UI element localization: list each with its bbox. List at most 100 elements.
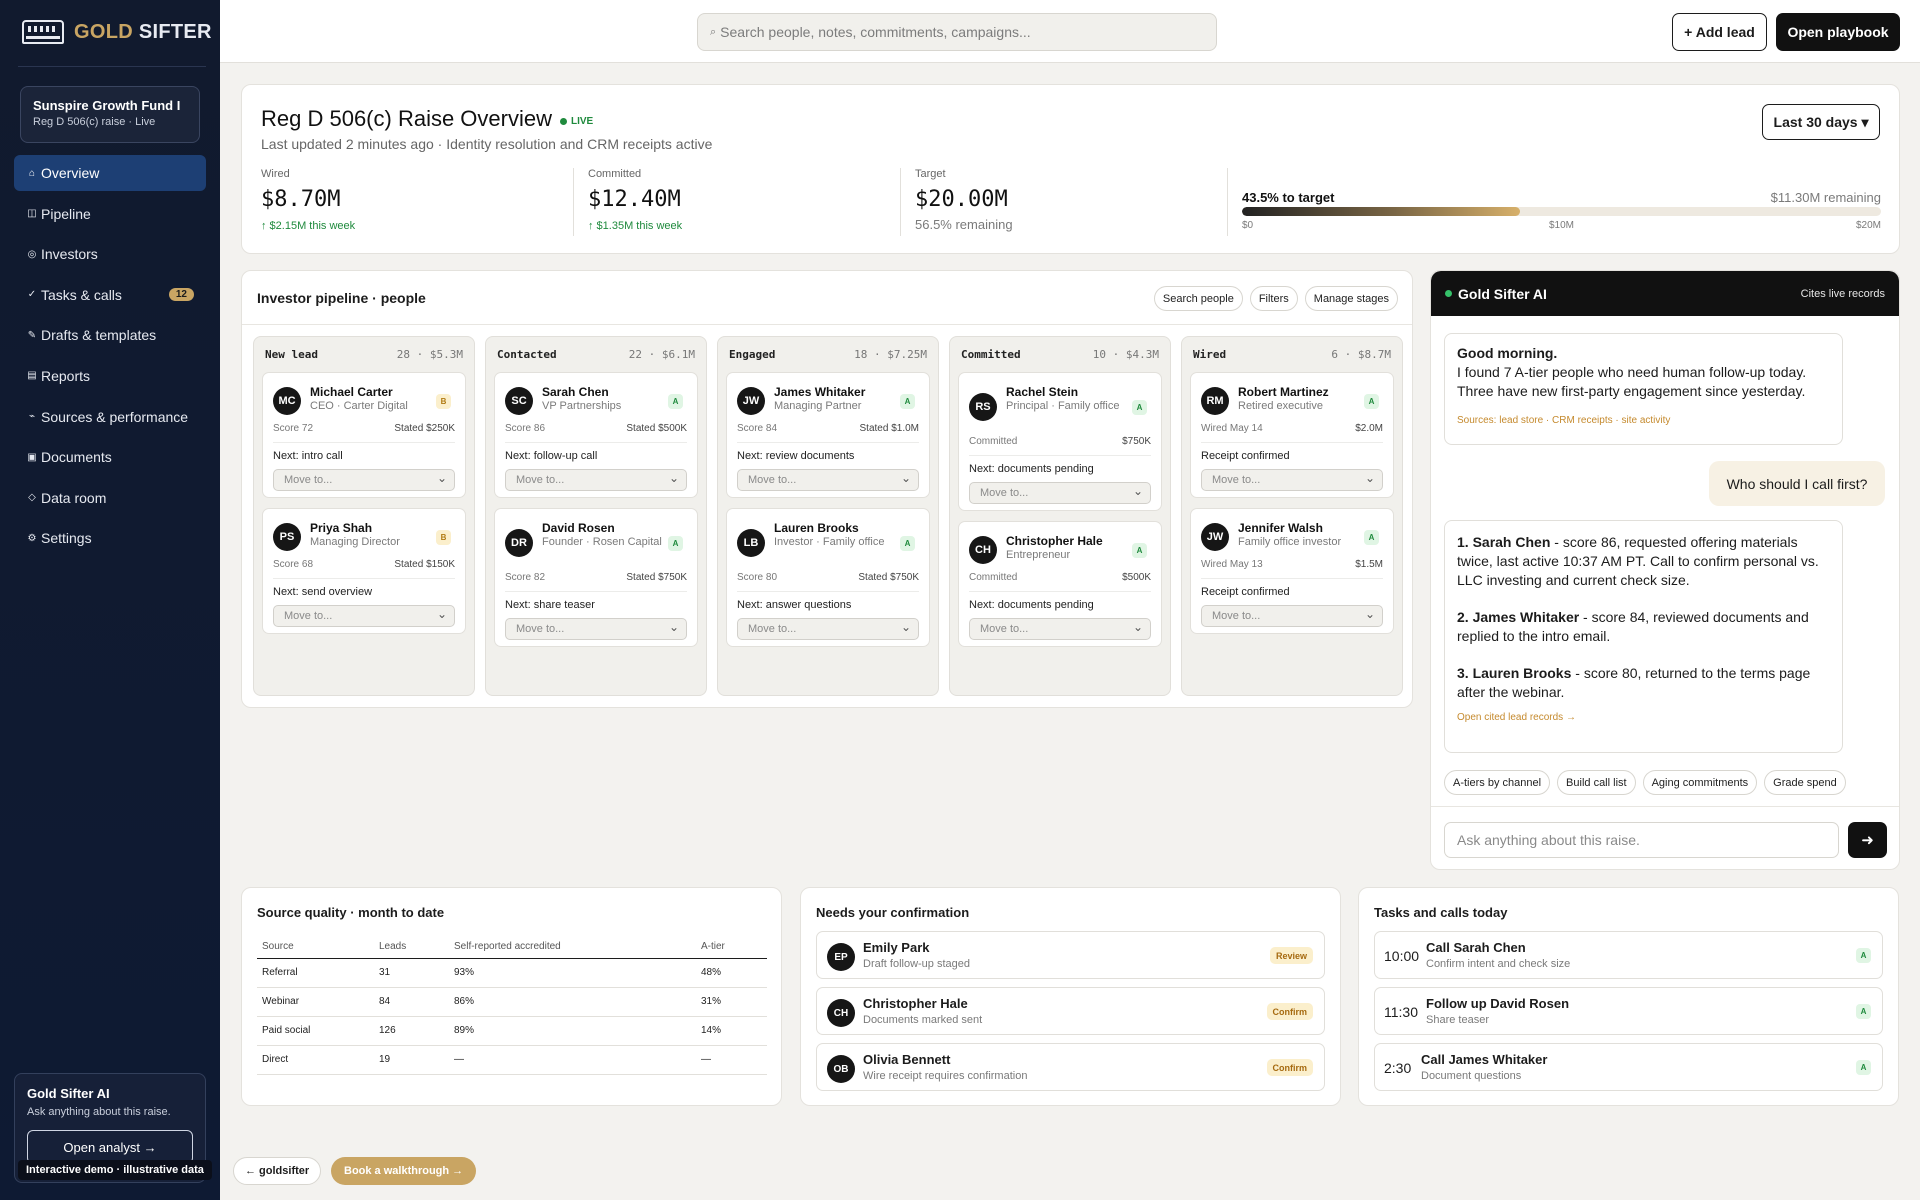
manage-stages-button[interactable]: Manage stages — [1304, 286, 1398, 311]
fund-switcher[interactable]: Sunspire Growth Fund I Reg D 506(c) rais… — [20, 86, 200, 143]
column-header: New lead 28 · $5.3M — [265, 348, 463, 361]
lead-amount: $750K — [1122, 436, 1151, 447]
lead-card[interactable]: PS Priya Shah Managing Director B Score 68 St… — [262, 508, 466, 634]
back-to-goldsifter-link[interactable]: ← goldsifter — [233, 1157, 322, 1185]
suggestion-chip[interactable]: A-tiers by channel — [1444, 770, 1551, 795]
lead-card[interactable]: RM Robert Martinez Retired executive A Wired… — [1190, 372, 1394, 498]
lead-stats: Committed $750K — [969, 436, 1151, 447]
ai-chat-input[interactable]: Ask anything about this raise. — [1444, 822, 1839, 858]
next-step: Next: answer questions — [737, 599, 852, 611]
sidebar-item-tasks[interactable]: ✓ Tasks & calls 12 — [14, 277, 206, 313]
confirmation-detail: Draft follow-up staged — [863, 958, 970, 970]
table-row: Paid social 126 89% 14% — [257, 1016, 767, 1046]
report-icon: ▤ — [27, 370, 37, 382]
search-people-button[interactable]: Search people — [1153, 286, 1243, 311]
table-cell: 19 — [374, 1045, 449, 1075]
sidebar-item-documents[interactable]: ▣ Documents — [14, 439, 206, 475]
sidebar-item-investors[interactable]: ◎ Investors — [14, 236, 206, 272]
lead-card[interactable]: SC Sarah Chen VP Partnerships A Score 86 Stat… — [494, 372, 698, 498]
lead-role: Retired executive — [1238, 400, 1323, 412]
sidebar-item-reports[interactable]: ▤ Reports — [14, 358, 206, 394]
table-cell: 31% — [696, 987, 767, 1017]
task-item[interactable]: 11:30 Follow up David Rosen Share teaser A — [1374, 987, 1883, 1035]
move-to-select[interactable]: Move to... — [505, 469, 687, 491]
sidebar-item-drafts[interactable]: ✎ Drafts & templates — [14, 317, 206, 353]
move-to-select[interactable]: Move to... — [273, 605, 455, 627]
task-name: Call Sarah Chen — [1426, 940, 1526, 955]
brand-name: GOLD SIFTER — [74, 20, 212, 43]
divider — [900, 168, 901, 236]
lead-stats: Score 80 Stated $750K — [737, 572, 919, 583]
live-dot-icon — [559, 117, 567, 125]
sources-icon: ⌁ — [28, 411, 36, 423]
sidebar-item-label: Settings — [41, 530, 92, 547]
open-analyst-button[interactable]: Open analyst → — [27, 1130, 193, 1164]
period-dropdown[interactable]: Last 30 days ▾ — [1762, 104, 1880, 140]
confirmation-item[interactable]: EP Emily Park Draft follow-up staged Review — [816, 931, 1325, 979]
sidebar-item-overview[interactable]: ⌂ Overview — [14, 155, 206, 191]
filters-button[interactable]: Filters — [1249, 286, 1298, 311]
confirmation-detail: Wire receipt requires confirmation — [863, 1070, 1028, 1082]
lead-amount: $1.5M — [1355, 559, 1383, 570]
ai-sources[interactable]: Sources: lead store · CRM receipts · sit… — [1457, 411, 1830, 430]
confirmation-item[interactable]: CH Christopher Hale Documents marked sent C… — [816, 987, 1325, 1035]
lead-card[interactable]: JW Jennifer Walsh Family office investor A W… — [1190, 508, 1394, 634]
move-to-select[interactable]: Move to... — [505, 618, 687, 640]
table-header-row: Source Leads Self-reported accredited A-… — [257, 936, 767, 959]
open-playbook-button[interactable]: Open playbook — [1776, 13, 1900, 51]
lead-card[interactable]: LB Lauren Brooks Investor · Family office A… — [726, 508, 930, 647]
lead-card[interactable]: MC Michael Carter CEO · Carter Digital B Sco… — [262, 372, 466, 498]
task-time: 11:30 — [1384, 1004, 1418, 1020]
move-to-select[interactable]: Move to... — [1201, 605, 1383, 627]
suggestion-chip[interactable]: Build call list — [1557, 770, 1636, 795]
sidebar-item-sources[interactable]: ⌁ Sources & performance — [14, 399, 206, 435]
avatar: DR — [505, 529, 533, 557]
progress-label: 43.5% to target — [1242, 190, 1335, 205]
sidebar: GOLD SIFTER Sunspire Growth Fund I Reg D… — [0, 0, 220, 1200]
move-to-select[interactable]: Move to... — [737, 618, 919, 640]
lead-role: CEO · Carter Digital — [310, 400, 408, 412]
grade-badge: A — [1132, 400, 1147, 415]
confirmation-item[interactable]: OB Olivia Bennett Wire receipt requires co… — [816, 1043, 1325, 1091]
book-walkthrough-button[interactable]: Book a walkthrough → — [331, 1157, 477, 1185]
suggestion-chip[interactable]: Aging commitments — [1642, 770, 1758, 795]
lead-card[interactable]: DR David Rosen Founder · Rosen Capital A Sco… — [494, 508, 698, 647]
lead-score: Score 80 — [737, 572, 778, 583]
move-to-select[interactable]: Move to... — [969, 618, 1151, 640]
lead-score: Score 68 — [273, 559, 314, 570]
status-badge[interactable]: Confirm — [1266, 1059, 1313, 1076]
task-item[interactable]: 10:00 Call Sarah Chen Confirm intent and c… — [1374, 931, 1883, 979]
target-progress: 43.5% to target $11.30M remaining $0 $10… — [1242, 190, 1881, 234]
send-arrow-icon[interactable]: ➜ — [1848, 822, 1887, 858]
sidebar-item-label: Drafts & templates — [41, 327, 157, 344]
lead-card[interactable]: CH Christopher Hale Entrepreneur A Committed… — [958, 521, 1162, 647]
ai-header: Gold Sifter AI Cites live records — [1431, 271, 1899, 316]
lead-name: Robert Martinez — [1238, 385, 1329, 399]
status-badge[interactable]: Confirm — [1266, 1003, 1313, 1020]
lead-card[interactable]: JW James Whitaker Managing Partner A Score 8… — [726, 372, 930, 498]
lead-amount: Stated $1.0M — [859, 423, 919, 434]
next-step: Next: share teaser — [505, 599, 595, 611]
investor-pipeline-card: Investor pipeline · people Search people… — [241, 270, 1413, 708]
lead-role: Family office investor — [1238, 536, 1342, 548]
search-input[interactable]: ⌕ Search people, notes, commitments, cam… — [697, 13, 1217, 51]
sidebar-item-pipeline[interactable]: ◫ Pipeline — [14, 196, 206, 232]
move-to-select[interactable]: Move to... — [1201, 469, 1383, 491]
sidebar-item-settings[interactable]: ⚙ Settings — [14, 520, 206, 556]
table-row: Webinar 84 86% 31% — [257, 987, 767, 1017]
status-badge[interactable]: Review — [1269, 947, 1313, 964]
page-title-text: Reg D 506(c) Raise Overview — [261, 106, 552, 131]
suggestion-chip[interactable]: Grade spend — [1764, 770, 1846, 795]
logo[interactable]: GOLD SIFTER — [22, 20, 212, 44]
move-to-select[interactable]: Move to... — [273, 469, 455, 491]
metric-delta: ↑ $2.15M this week — [261, 220, 356, 232]
sidebar-item-data-room[interactable]: ◇ Data room — [14, 480, 206, 516]
move-to-select[interactable]: Move to... — [737, 469, 919, 491]
add-lead-button[interactable]: + Add lead — [1672, 13, 1767, 51]
move-to-select[interactable]: Move to... — [969, 482, 1151, 504]
lead-card[interactable]: RS Rachel Stein Principal · Family office A… — [958, 372, 1162, 511]
divider — [18, 66, 206, 67]
fund-name: Sunspire Growth Fund I — [33, 98, 181, 113]
task-item[interactable]: 2:30 Call James Whitaker Document question… — [1374, 1043, 1883, 1091]
open-cited-records-link[interactable]: Open cited lead records → — [1457, 708, 1830, 727]
